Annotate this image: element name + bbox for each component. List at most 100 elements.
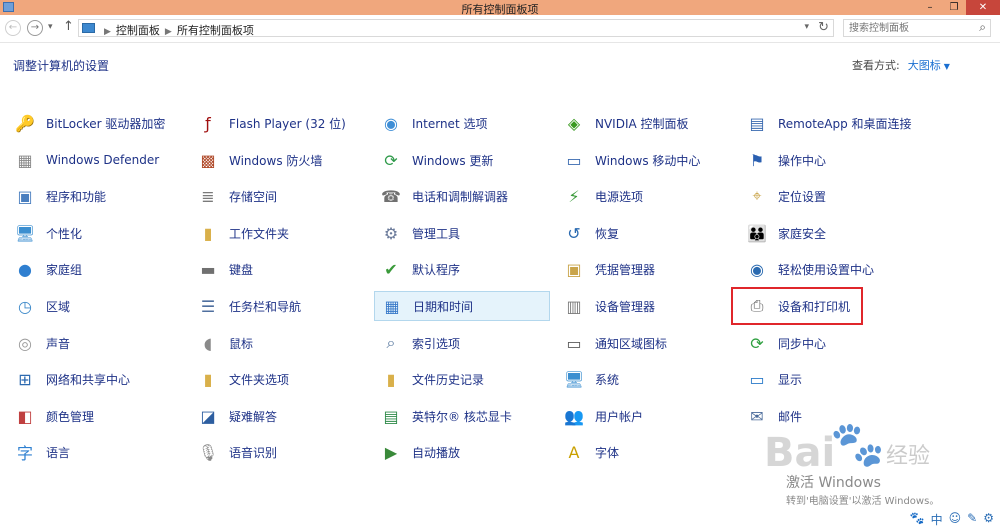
breadcrumb-control-panel[interactable]: 控制面板: [116, 24, 160, 37]
item-work-folder[interactable]: ▮ 工作文件夹: [191, 218, 367, 248]
view-by: 查看方式: 大图标 ▼: [852, 57, 950, 73]
item-phone-modem[interactable]: ☎ 电话和调制解调器: [374, 181, 550, 211]
item-sync-center[interactable]: ⟳ 同步中心: [740, 328, 916, 358]
item-label: 系统: [595, 372, 620, 387]
user-accounts-icon: 👥: [564, 406, 584, 426]
item-key-drive[interactable]: 🔑 BitLocker 驱动器加密: [8, 108, 184, 138]
homegroup-icon: ●: [18, 259, 32, 279]
chevron-right-icon: ▶: [104, 27, 111, 37]
item-troubleshoot[interactable]: ◪ 疑难解答: [191, 401, 367, 431]
item-label: 键盘: [229, 262, 254, 277]
item-network[interactable]: ⊞ 网络和共享中心: [8, 364, 184, 394]
folder-options-icon: ▮: [203, 369, 213, 389]
item-label: 同步中心: [778, 336, 827, 351]
item-label: 文件历史记录: [412, 372, 485, 387]
item-file-history[interactable]: ▮ 文件历史记录: [374, 364, 550, 394]
refresh-icon[interactable]: ↻: [818, 20, 829, 35]
navigation-bar: ← → ▾ ↑ ▶ 控制面板 ▶ 所有控制面板项 ▾ ↻ ⌕: [0, 15, 1000, 43]
chevron-down-icon[interactable]: ▼: [944, 62, 950, 71]
item-mobility-center[interactable]: ▭ Windows 移动中心: [557, 145, 733, 175]
item-system[interactable]: 🖥 系统: [557, 364, 733, 394]
item-label: 定位设置: [778, 189, 827, 204]
item-label: 自动播放: [412, 445, 461, 460]
paw-icon[interactable]: 🐾: [910, 511, 925, 528]
item-family-safety[interactable]: 👪 家庭安全: [740, 218, 916, 248]
address-dropdown-icon[interactable]: ▾: [804, 22, 809, 32]
item-fonts[interactable]: A 字体: [557, 437, 733, 467]
item-location[interactable]: ⌖ 定位设置: [740, 181, 916, 211]
item-speaker[interactable]: ◎ 声音: [8, 328, 184, 358]
watermark-brand: 经验: [886, 444, 931, 469]
maximize-button[interactable]: ❐: [942, 0, 966, 15]
item-label: NVIDIA 控制面板: [595, 116, 689, 131]
default-programs-icon: ✔: [384, 259, 398, 279]
item-label: 英特尔® 核芯显卡: [412, 409, 512, 424]
item-label: 默认程序: [412, 262, 461, 277]
item-taskbar[interactable]: ☰ 任务栏和导航: [191, 291, 367, 321]
item-admin-tools[interactable]: ⚙ 管理工具: [374, 218, 550, 248]
item-label: 字体: [595, 445, 620, 460]
item-firewall[interactable]: ▩ Windows 防火墙: [191, 145, 367, 175]
item-internet-options[interactable]: ◉ Internet 选项: [374, 108, 550, 138]
flash-icon: ƒ: [205, 113, 211, 133]
item-user-accounts[interactable]: 👥 用户帐户: [557, 401, 733, 431]
close-button[interactable]: ✕: [966, 0, 1000, 15]
item-indexing[interactable]: ⌕ 索引选项: [374, 328, 550, 358]
item-homegroup[interactable]: ● 家庭组: [8, 254, 184, 284]
item-ease-of-access[interactable]: ◉ 轻松使用设置中心: [740, 254, 916, 284]
item-defender-wall[interactable]: ▦ Windows Defender: [8, 145, 184, 175]
search-box[interactable]: ⌕: [843, 19, 991, 37]
item-language[interactable]: 字语言: [8, 437, 184, 467]
emoji-icon[interactable]: ☺: [949, 511, 962, 528]
settings-icon[interactable]: ⚙: [983, 511, 994, 528]
item-credential-manager[interactable]: ▣ 凭据管理器: [557, 254, 733, 284]
credential-manager-icon: ▣: [566, 259, 582, 279]
search-input[interactable]: [849, 21, 969, 35]
up-button[interactable]: ↑: [63, 19, 74, 34]
item-label: 文件夹选项: [229, 372, 290, 387]
breadcrumb-all-items[interactable]: 所有控制面板项: [177, 24, 254, 37]
view-by-dropdown[interactable]: 大图标: [908, 59, 941, 72]
activate-windows-subtitle: 转到'电脑设置'以激活 Windows。: [786, 496, 940, 507]
item-label: 用户帐户: [595, 409, 644, 424]
device-manager-icon: ▥: [566, 296, 582, 316]
item-microphone[interactable]: 🎙 语音识别: [191, 437, 367, 467]
item-power-options[interactable]: ⚡ 电源选项: [557, 181, 733, 211]
item-notification-icons[interactable]: ▭ 通知区域图标: [557, 328, 733, 358]
item-label: 显示: [778, 372, 803, 387]
item-label: 家庭组: [46, 262, 83, 277]
item-action-center-flag[interactable]: ⚑ 操作中心: [740, 145, 916, 175]
item-calendar[interactable]: ▦ 日期和时间: [374, 291, 550, 321]
recent-locations-dropdown[interactable]: ▾: [48, 22, 53, 32]
ease-of-access-icon: ◉: [750, 259, 764, 279]
item-label: BitLocker 驱动器加密: [46, 116, 166, 131]
ime-mode-icon[interactable]: 中: [931, 511, 943, 528]
back-button[interactable]: ←: [5, 20, 21, 36]
item-device-manager[interactable]: ▥ 设备管理器: [557, 291, 733, 321]
item-flash[interactable]: ƒ Flash Player (32 位): [191, 108, 367, 138]
sync-center-icon: ⟳: [750, 333, 764, 353]
item-region-clock[interactable]: ◷ 区域: [8, 291, 184, 321]
item-autoplay[interactable]: ▶ 自动播放: [374, 437, 550, 467]
item-display[interactable]: ▭ 显示: [740, 364, 916, 394]
item-remoteapp[interactable]: ▤ RemoteApp 和桌面连接: [740, 108, 916, 138]
item-programs[interactable]: ▣ 程序和功能: [8, 181, 184, 211]
item-folder-options[interactable]: ▮ 文件夹选项: [191, 364, 367, 394]
search-icon[interactable]: ⌕: [979, 20, 986, 35]
item-recovery[interactable]: ↺ 恢复: [557, 218, 733, 248]
item-default-programs[interactable]: ✔ 默认程序: [374, 254, 550, 284]
internet-options-icon: ◉: [384, 113, 398, 133]
item-color-management[interactable]: ◧ 颜色管理: [8, 401, 184, 431]
item-keyboard[interactable]: ▬ 键盘: [191, 254, 367, 284]
item-windows-update[interactable]: ⟳ Windows 更新: [374, 145, 550, 175]
handwriting-icon[interactable]: ✎: [967, 511, 977, 528]
item-personalize[interactable]: 🖥 个性化: [8, 218, 184, 248]
address-bar[interactable]: ▶ 控制面板 ▶ 所有控制面板项 ▾ ↻: [78, 19, 834, 37]
item-nvidia[interactable]: ◈ NVIDIA 控制面板: [557, 108, 733, 138]
forward-button[interactable]: →: [27, 20, 43, 36]
minimize-button[interactable]: –: [918, 0, 942, 15]
item-intel-graphics[interactable]: ▤ 英特尔® 核芯显卡: [374, 401, 550, 431]
chevron-right-icon: ▶: [164, 27, 172, 37]
item-mouse[interactable]: ◖ 鼠标: [191, 328, 367, 358]
item-storage[interactable]: ≣ 存储空间: [191, 181, 367, 211]
